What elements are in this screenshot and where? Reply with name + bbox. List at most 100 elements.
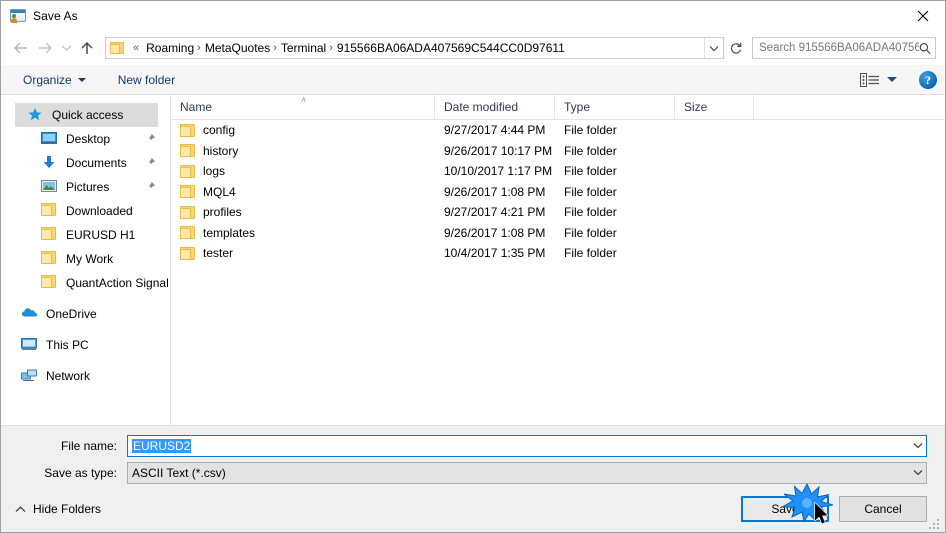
refresh-button[interactable] (724, 36, 748, 60)
breadcrumb-separator-1[interactable]: › (272, 42, 279, 54)
file-type-cell: File folder (564, 184, 617, 199)
address-dropdown-button[interactable] (704, 38, 723, 58)
sidebar-item-onedrive[interactable]: OneDrive (1, 302, 170, 326)
sidebar-item-downloaded[interactable]: Downloaded (1, 199, 170, 223)
file-name-cell: history (171, 144, 435, 158)
filetype-row: Save as type: ASCII Text (*.csv) (1, 459, 945, 486)
address-bar[interactable]: « Roaming › MetaQuotes › Terminal › 9155… (105, 37, 724, 59)
table-row[interactable]: MQL4 9/26/2017 1:08 PM File folder (171, 182, 945, 203)
sidebar-item-documents[interactable]: Documents (1, 151, 170, 175)
view-mode-button[interactable] (860, 72, 897, 88)
close-button[interactable] (900, 1, 945, 30)
file-name-label: templates (203, 225, 256, 240)
this-pc-icon (21, 337, 39, 353)
documents-download-icon (41, 155, 59, 171)
filetype-select[interactable]: ASCII Text (*.csv) (127, 461, 927, 484)
breadcrumb-overflow[interactable]: « (128, 42, 144, 54)
chevron-down-icon (913, 470, 922, 476)
window-title: Save As (33, 9, 78, 23)
table-row[interactable]: logs 10/10/2017 1:17 PM File folder (171, 161, 945, 182)
folder-icon (180, 205, 195, 219)
breadcrumb-separator-0[interactable]: › (196, 42, 203, 54)
breadcrumb: « Roaming › MetaQuotes › Terminal › 9155… (128, 41, 704, 55)
desktop-icon (41, 131, 59, 147)
search-input[interactable]: Search 915566BA06ADA40756... (759, 42, 919, 54)
file-name-cell: profiles (171, 205, 435, 219)
folder-icon (180, 246, 195, 260)
file-date-cell: 9/26/2017 1:08 PM (444, 184, 546, 199)
sidebar-item-label: OneDrive (46, 307, 97, 321)
up-button[interactable] (75, 36, 99, 60)
column-header-type[interactable]: Type (555, 95, 675, 119)
cancel-button[interactable]: Cancel (839, 496, 927, 522)
filetype-dropdown-button[interactable] (909, 469, 926, 476)
sidebar-item-network[interactable]: Network (1, 364, 170, 388)
back-button[interactable] (9, 36, 33, 60)
sidebar-item-eurusd-h1[interactable]: EURUSD H1 (1, 223, 170, 247)
sidebar-item-label: This PC (46, 338, 89, 352)
sidebar-item-label: EURUSD H1 (66, 228, 136, 242)
filename-input[interactable]: EURUSD2 (127, 434, 927, 457)
save-button[interactable]: Save (741, 496, 829, 522)
close-icon (917, 10, 928, 21)
file-type-cell: File folder (564, 225, 617, 240)
table-row[interactable]: history 9/26/2017 10:17 PM File folder (171, 141, 945, 162)
table-row[interactable]: config 9/27/2017 4:44 PM File folder (171, 120, 945, 141)
breadcrumb-item-0[interactable]: Roaming (144, 41, 196, 55)
filename-selected-text: EURUSD2 (132, 438, 192, 453)
hide-folders-button[interactable]: Hide Folders (15, 502, 101, 516)
column-header-size[interactable]: Size (675, 95, 754, 119)
help-button[interactable]: ? (919, 70, 937, 89)
folder-icon (180, 164, 195, 178)
content-area: Quick access Desktop Documents Pictures … (1, 95, 945, 426)
new-folder-button[interactable]: New folder (110, 70, 183, 90)
filename-dropdown-button[interactable] (909, 442, 926, 449)
file-date-cell: 9/27/2017 4:44 PM (444, 123, 546, 138)
table-row[interactable]: tester 10/4/2017 1:35 PM File folder (171, 243, 945, 264)
chevron-down-icon (709, 45, 719, 51)
chevron-up-icon (15, 505, 26, 512)
onedrive-icon (21, 306, 39, 322)
toolbar: Organize New folder ? (1, 65, 945, 95)
folder-icon (180, 226, 195, 240)
file-name-label: logs (203, 164, 226, 179)
folder-icon (41, 251, 59, 267)
sidebar-item-this-pc[interactable]: This PC (1, 333, 170, 357)
folder-icon (110, 42, 124, 54)
breadcrumb-item-1[interactable]: MetaQuotes (203, 41, 272, 55)
sidebar-item-label: Desktop (66, 132, 111, 146)
sidebar-item-desktop[interactable]: Desktop (1, 127, 170, 151)
column-header-label: Size (684, 100, 708, 114)
sidebar-item-quantaction-signal[interactable]: QuantAction Signal (1, 271, 170, 295)
sidebar-item-label: Downloaded (66, 204, 133, 218)
sidebar-item-label: QuantAction Signal (66, 276, 169, 290)
column-header-name[interactable]: Name ˄ (171, 95, 435, 119)
filename-label: File name: (60, 438, 117, 453)
resize-grip[interactable] (929, 517, 941, 529)
table-row[interactable]: templates 9/26/2017 1:08 PM File folder (171, 223, 945, 244)
breadcrumb-item-3[interactable]: 915566BA06ADA407569C544CC0D97611 (335, 41, 567, 55)
file-type-cell: File folder (564, 123, 617, 138)
recent-locations-button[interactable] (57, 36, 75, 60)
search-box[interactable]: Search 915566BA06ADA40756... (752, 37, 936, 59)
column-header-label: Date modified (444, 100, 519, 114)
filename-value[interactable]: EURUSD2 (128, 438, 909, 453)
file-type-cell: File folder (564, 205, 617, 220)
chevron-down-icon (77, 77, 86, 82)
column-header-date-modified[interactable]: Date modified (435, 95, 555, 119)
sidebar-item-label: My Work (66, 252, 114, 266)
save-as-dialog: Save As « Roaming › MetaQuotes › Termina… (0, 0, 946, 533)
breadcrumb-separator-2[interactable]: › (328, 42, 335, 54)
sidebar-item-pictures[interactable]: Pictures (1, 175, 170, 199)
column-header-label: Type (564, 100, 591, 114)
navigation-pane: Quick access Desktop Documents Pictures … (1, 95, 171, 425)
sidebar-item-quick-access[interactable]: Quick access (15, 103, 158, 127)
file-list: Name ˄ Date modified Type Size config 9/… (171, 95, 945, 425)
organize-button[interactable]: Organize (15, 70, 94, 90)
forward-button[interactable] (33, 36, 57, 60)
breadcrumb-item-2[interactable]: Terminal (279, 41, 328, 55)
table-row[interactable]: profiles 9/27/2017 4:21 PM File folder (171, 202, 945, 223)
folder-icon (41, 275, 59, 291)
file-name-cell: MQL4 (171, 185, 435, 199)
sidebar-item-my-work[interactable]: My Work (1, 247, 170, 271)
